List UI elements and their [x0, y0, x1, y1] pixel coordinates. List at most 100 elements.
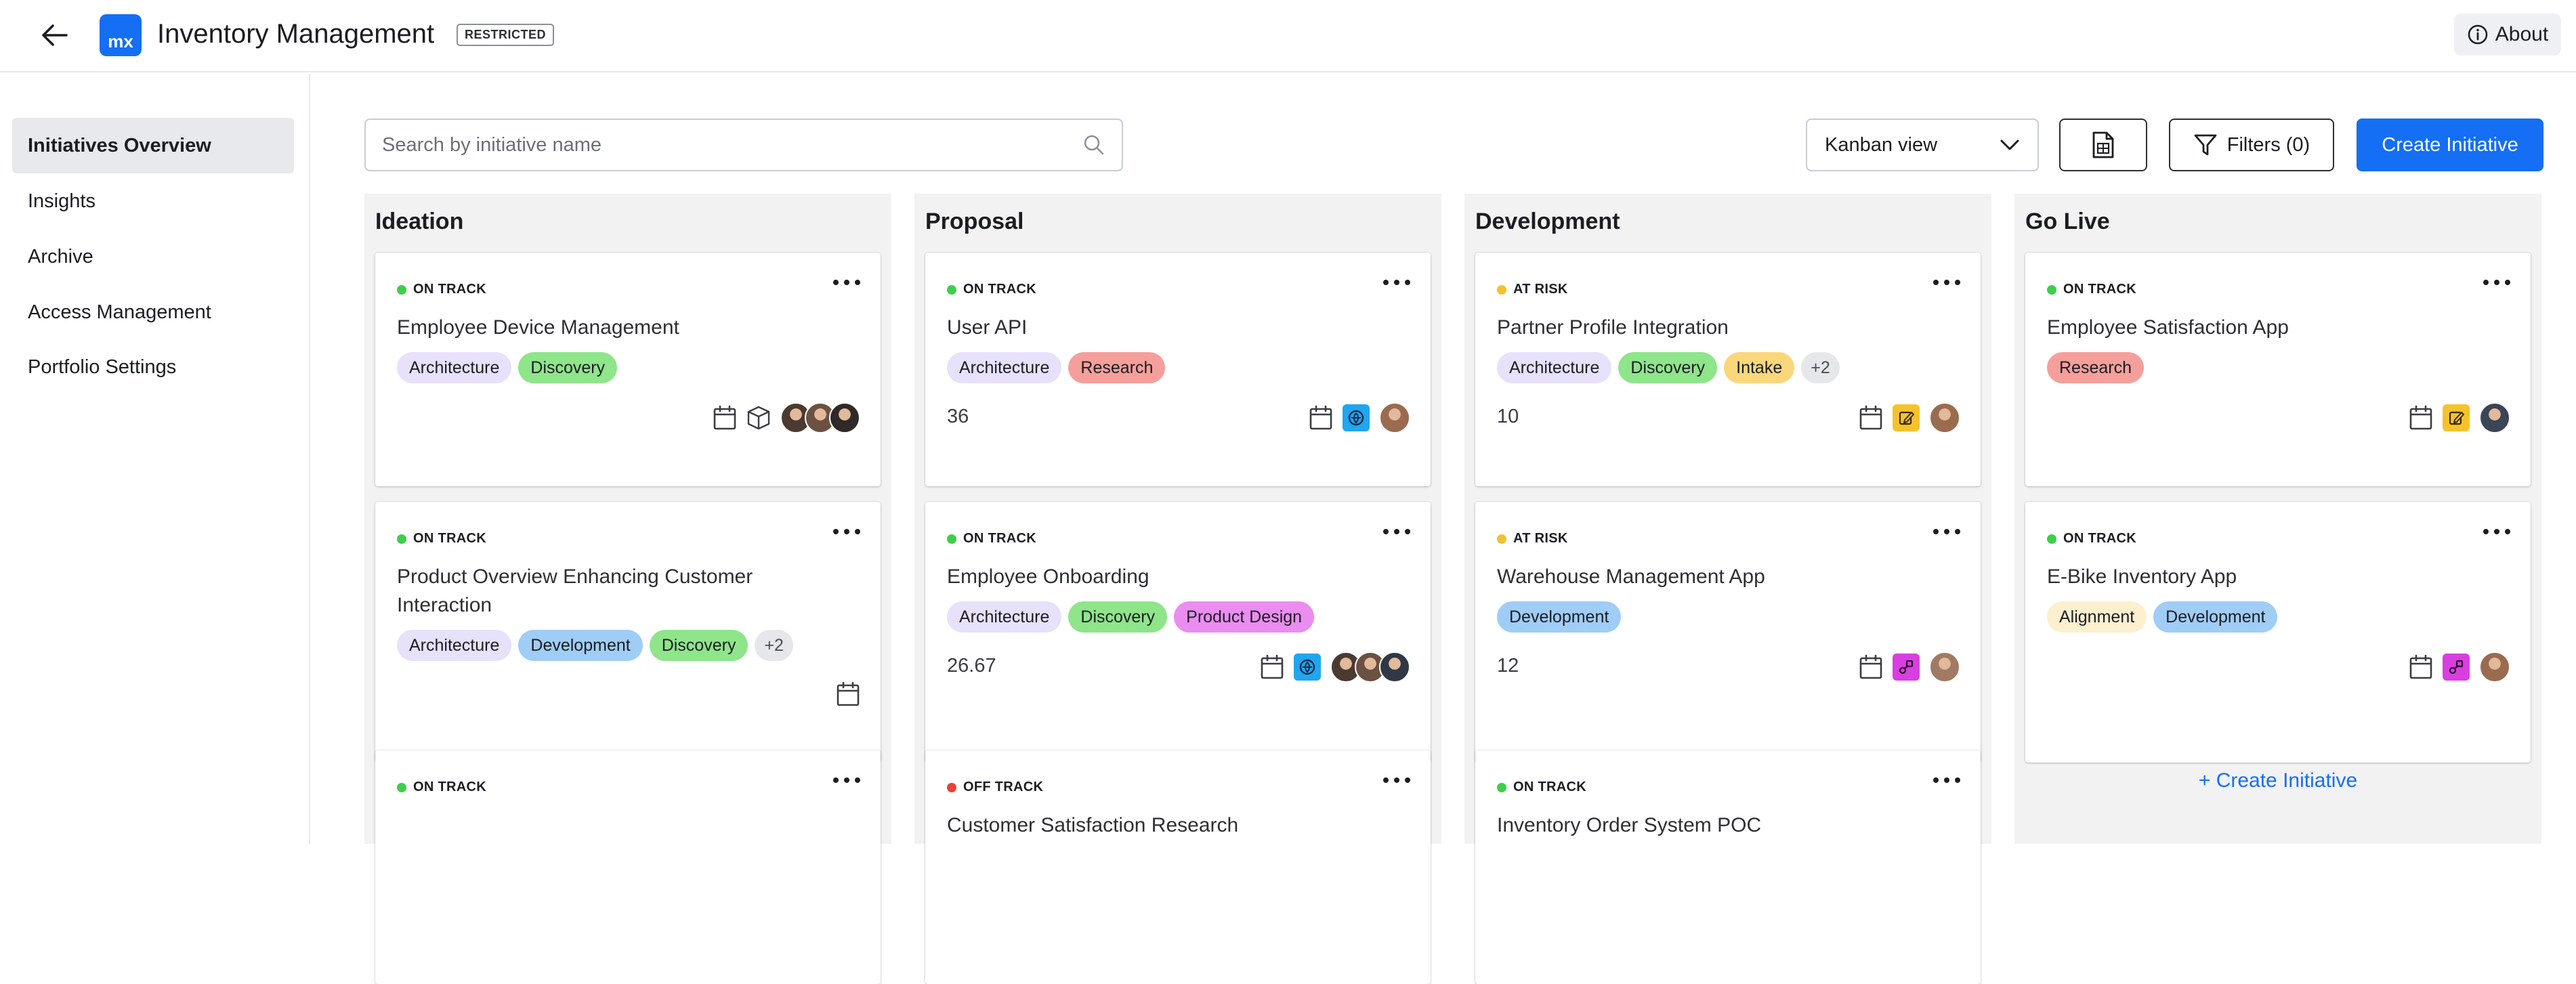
- status-dot: [397, 782, 406, 792]
- tag-discovery: Discovery: [518, 352, 618, 383]
- calendar-icon[interactable]: [2409, 405, 2433, 431]
- initiative-card[interactable]: ON TRACK E-Bike Inventory App Alignment Dev…: [2025, 502, 2531, 763]
- initiative-score: 26.67: [947, 655, 996, 677]
- initiative-card[interactable]: ON TRACK Employee Satisfaction App Researc…: [2025, 253, 2531, 486]
- initiative-card[interactable]: ON TRACK: [375, 750, 881, 984]
- status-dot: [1497, 534, 1506, 544]
- tag-more-count[interactable]: +2: [1801, 352, 1840, 383]
- more-options-icon[interactable]: [1383, 276, 1410, 289]
- arrow-left-icon: [42, 24, 68, 46]
- more-options-icon[interactable]: [833, 773, 860, 787]
- sidebar-item-archive[interactable]: Archive: [12, 229, 294, 284]
- status-dot: [947, 284, 956, 295]
- restricted-badge: RESTRICTED: [457, 24, 555, 46]
- initiative-score: 36: [947, 406, 969, 427]
- more-options-icon[interactable]: [833, 276, 860, 289]
- avatar-group[interactable]: [1330, 651, 1410, 683]
- status-badge: ON TRACK: [397, 779, 486, 795]
- status-badge: ON TRACK: [397, 282, 486, 297]
- more-options-icon[interactable]: [1933, 525, 1960, 538]
- app-title: Inventory Management: [157, 19, 435, 49]
- avatar: [829, 402, 860, 433]
- initiative-card[interactable]: AT RISK Warehouse Management App Developme…: [1475, 502, 1981, 763]
- card-title: User API: [947, 316, 1028, 339]
- status-badge: ON TRACK: [947, 282, 1036, 297]
- status-badge: AT RISK: [1497, 282, 1568, 297]
- avatar-group[interactable]: [2479, 651, 2510, 683]
- avatar-group[interactable]: [1929, 651, 1960, 683]
- status-label: ON TRACK: [963, 531, 1036, 546]
- initiative-card[interactable]: ON TRACK Product Overview Enhancing Custo…: [375, 502, 881, 763]
- calendar-icon[interactable]: [1260, 654, 1284, 680]
- chevron-down-icon: [2000, 140, 2019, 150]
- tag-research: Research: [1068, 352, 1166, 383]
- calendar-icon[interactable]: [836, 681, 860, 707]
- tag-discovery: Discovery: [649, 630, 748, 661]
- sidebar-item-label: Archive: [28, 245, 93, 268]
- status-label: ON TRACK: [1513, 779, 1586, 794]
- avatar-group[interactable]: [1929, 402, 1960, 433]
- workflow-app-icon: [2443, 654, 2470, 681]
- column-title: Go Live: [2025, 209, 2110, 234]
- tag-more-count[interactable]: +2: [755, 630, 793, 661]
- avatar: [1929, 402, 1960, 433]
- tag-discovery: Discovery: [1618, 352, 1718, 383]
- calendar-icon[interactable]: [1859, 654, 1883, 680]
- calendar-icon[interactable]: [713, 405, 737, 431]
- more-options-icon[interactable]: [2483, 525, 2510, 538]
- avatar-group[interactable]: [1379, 402, 1410, 433]
- status-label: ON TRACK: [2063, 531, 2136, 546]
- tag-list: Alignment Development: [2047, 601, 2278, 633]
- card-title: Warehouse Management App: [1497, 565, 1765, 588]
- initiative-card[interactable]: AT RISK Partner Profile Integration Archit…: [1475, 253, 1981, 486]
- status-dot: [397, 284, 406, 295]
- back-button[interactable]: [35, 19, 73, 51]
- initiative-card[interactable]: ON TRACK User API Architecture Research 36: [925, 253, 1431, 486]
- more-options-icon[interactable]: [1383, 525, 1410, 538]
- filters-button[interactable]: Filters (0): [2169, 119, 2334, 171]
- initiative-card[interactable]: ON TRACK Inventory Order System POC: [1475, 750, 1981, 984]
- calendar-icon[interactable]: [2409, 654, 2433, 680]
- calendar-icon[interactable]: [1309, 405, 1333, 431]
- status-dot: [2047, 284, 2056, 295]
- initiative-card[interactable]: OFF TRACK Customer Satisfaction Research: [925, 750, 1431, 984]
- more-options-icon[interactable]: [2483, 276, 2510, 289]
- calendar-icon[interactable]: [1859, 405, 1883, 431]
- avatar-group[interactable]: [2479, 402, 2510, 433]
- tag-architecture: Architecture: [397, 352, 512, 383]
- sidebar-item-insights[interactable]: Insights: [12, 173, 294, 229]
- search-input[interactable]: Search by initiative name: [364, 119, 1123, 171]
- create-initiative-button[interactable]: Create Initiative: [2357, 119, 2543, 171]
- kanban-column-go-live: Go Live ON TRACK Employee Satisfaction App…: [2014, 194, 2541, 844]
- sidebar-item-access-management[interactable]: Access Management: [12, 284, 294, 340]
- more-options-icon[interactable]: [833, 525, 860, 538]
- card-footer: [836, 681, 860, 707]
- card-title: E-Bike Inventory App: [2047, 565, 2237, 588]
- status-badge: ON TRACK: [397, 531, 486, 547]
- edit-app-icon: [2443, 404, 2470, 431]
- card-title: Customer Satisfaction Research: [947, 814, 1239, 836]
- avatar-group[interactable]: [780, 402, 860, 433]
- column-title: Proposal: [925, 209, 1024, 234]
- avatar: [2479, 402, 2510, 433]
- more-options-icon[interactable]: [1383, 773, 1410, 787]
- card-footer: [1859, 402, 1960, 433]
- card-footer: [713, 402, 860, 433]
- card-footer: [1859, 651, 1960, 683]
- status-label: OFF TRACK: [963, 779, 1044, 794]
- export-document-button[interactable]: [2059, 119, 2147, 171]
- more-options-icon[interactable]: [1933, 276, 1960, 289]
- sidebar-item-label: Insights: [28, 190, 96, 212]
- sidebar-item-portfolio-settings[interactable]: Portfolio Settings: [12, 339, 294, 395]
- initiative-card[interactable]: ON TRACK Employee Device Management Archit…: [375, 253, 881, 486]
- tag-list: Architecture Development Discovery +2: [397, 630, 793, 661]
- box-icon: [746, 405, 771, 431]
- more-options-icon[interactable]: [1933, 773, 1960, 787]
- about-button[interactable]: About: [2454, 14, 2561, 56]
- create-initiative-link[interactable]: + Create Initiative: [2014, 769, 2541, 792]
- initiative-card[interactable]: ON TRACK Employee Onboarding Architecture D…: [925, 502, 1431, 763]
- view-select[interactable]: Kanban view: [1806, 119, 2039, 171]
- sidebar-item-initiatives-overview[interactable]: Initiatives Overview: [12, 118, 294, 173]
- tag-architecture: Architecture: [1497, 352, 1612, 383]
- view-select-value: Kanban view: [1825, 133, 1938, 156]
